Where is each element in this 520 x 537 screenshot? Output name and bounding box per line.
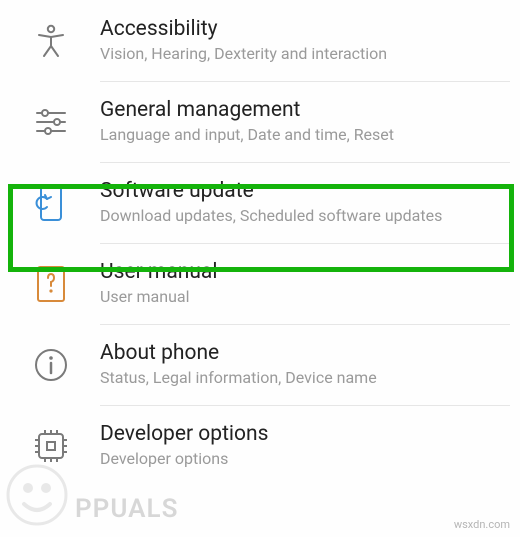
- settings-list: AccessibilityVision, Hearing, Dexterity …: [0, 0, 520, 486]
- settings-item-text: Software updateDownload updates, Schedul…: [100, 178, 500, 227]
- settings-item-title: Accessibility: [100, 16, 500, 42]
- settings-item-title: General management: [100, 97, 500, 123]
- sliders-icon: [26, 102, 76, 142]
- settings-item-text: Developer optionsDeveloper options: [100, 421, 500, 470]
- settings-item-title: About phone: [100, 340, 500, 366]
- accessibility-icon: [26, 21, 76, 61]
- settings-item-user-manual[interactable]: User manualUser manual: [0, 243, 520, 324]
- settings-item-text: User manualUser manual: [100, 259, 500, 308]
- settings-item-general-management[interactable]: General managementLanguage and input, Da…: [0, 81, 520, 162]
- settings-item-developer-options[interactable]: Developer optionsDeveloper options: [0, 405, 520, 486]
- settings-item-software-update[interactable]: Software updateDownload updates, Schedul…: [0, 162, 520, 243]
- refresh-device-icon: [26, 183, 76, 223]
- info-icon: [26, 345, 76, 385]
- watermark-text: PPUALS: [75, 494, 178, 524]
- settings-item-about-phone[interactable]: About phoneStatus, Legal information, De…: [0, 324, 520, 405]
- settings-item-title: User manual: [100, 259, 500, 285]
- site-credit: wsxdn.com: [454, 518, 510, 531]
- settings-item-subtitle: User manual: [100, 287, 500, 308]
- settings-item-title: Developer options: [100, 421, 500, 447]
- developer-icon: [26, 426, 76, 466]
- manual-icon: [26, 264, 76, 304]
- settings-item-text: General managementLanguage and input, Da…: [100, 97, 500, 146]
- settings-item-subtitle: Language and input, Date and time, Reset: [100, 125, 500, 146]
- settings-item-subtitle: Download updates, Scheduled software upd…: [100, 206, 500, 227]
- settings-item-text: About phoneStatus, Legal information, De…: [100, 340, 500, 389]
- settings-item-text: AccessibilityVision, Hearing, Dexterity …: [100, 16, 500, 65]
- settings-item-accessibility[interactable]: AccessibilityVision, Hearing, Dexterity …: [0, 0, 520, 81]
- settings-item-subtitle: Status, Legal information, Device name: [100, 368, 500, 389]
- settings-item-subtitle: Vision, Hearing, Dexterity and interacti…: [100, 44, 500, 65]
- settings-item-subtitle: Developer options: [100, 449, 500, 470]
- settings-item-title: Software update: [100, 178, 500, 204]
